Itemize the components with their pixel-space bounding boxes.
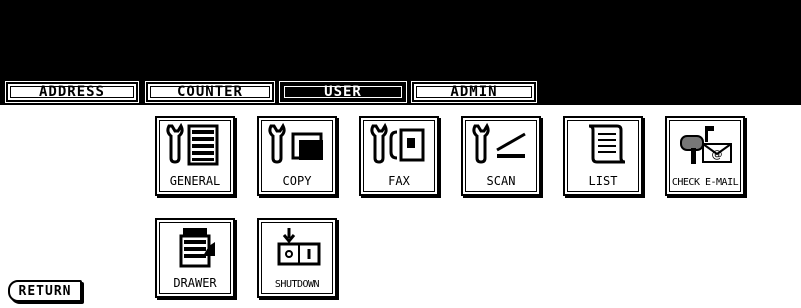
drawer-button[interactable]: DRAWER (155, 218, 235, 298)
copy-button[interactable]: COPY (257, 116, 337, 196)
drawer-label: DRAWER (173, 276, 217, 290)
check-email-label: CHECK E-MAIL (671, 177, 739, 188)
general-button[interactable]: GENERAL (155, 116, 235, 196)
tab-address[interactable]: ADDRESS (5, 81, 139, 103)
list-button[interactable]: LIST (563, 116, 643, 196)
tab-user-label: USER (324, 84, 362, 100)
copy-label: COPY (282, 174, 312, 188)
header-bar (0, 0, 801, 80)
tab-counter-label: COUNTER (176, 84, 243, 100)
tab-admin[interactable]: ADMIN (411, 81, 537, 103)
scan-button[interactable]: SCAN (461, 116, 541, 196)
tab-address-label: ADDRESS (38, 84, 105, 100)
return-button[interactable]: RETURN (8, 280, 82, 302)
fax-label: FAX (388, 174, 410, 188)
fax-button[interactable]: FAX (359, 116, 439, 196)
tab-admin-label: ADMIN (450, 84, 498, 100)
check-email-button[interactable]: @ CHECK E-MAIL (665, 116, 745, 196)
mailbox-email-icon: @ (680, 126, 732, 164)
tab-counter[interactable]: COUNTER (145, 81, 275, 103)
drawer-copier-icon (179, 228, 215, 268)
wrench-fax-icon (370, 122, 425, 164)
svg-text:@: @ (712, 148, 723, 161)
shutdown-button[interactable]: SHUTDOWN (257, 218, 337, 298)
list-label: LIST (588, 174, 618, 188)
power-switch-icon (277, 228, 321, 266)
tab-user[interactable]: USER (279, 81, 407, 103)
wrench-copy-icon (268, 122, 323, 164)
scan-label: SCAN (486, 174, 516, 188)
wrench-copier-icon (166, 122, 219, 166)
return-label: RETURN (18, 283, 72, 299)
wrench-scan-icon (472, 122, 526, 164)
shutdown-label: SHUTDOWN (274, 279, 320, 290)
general-label: GENERAL (169, 174, 221, 188)
scroll-list-icon (588, 124, 626, 164)
